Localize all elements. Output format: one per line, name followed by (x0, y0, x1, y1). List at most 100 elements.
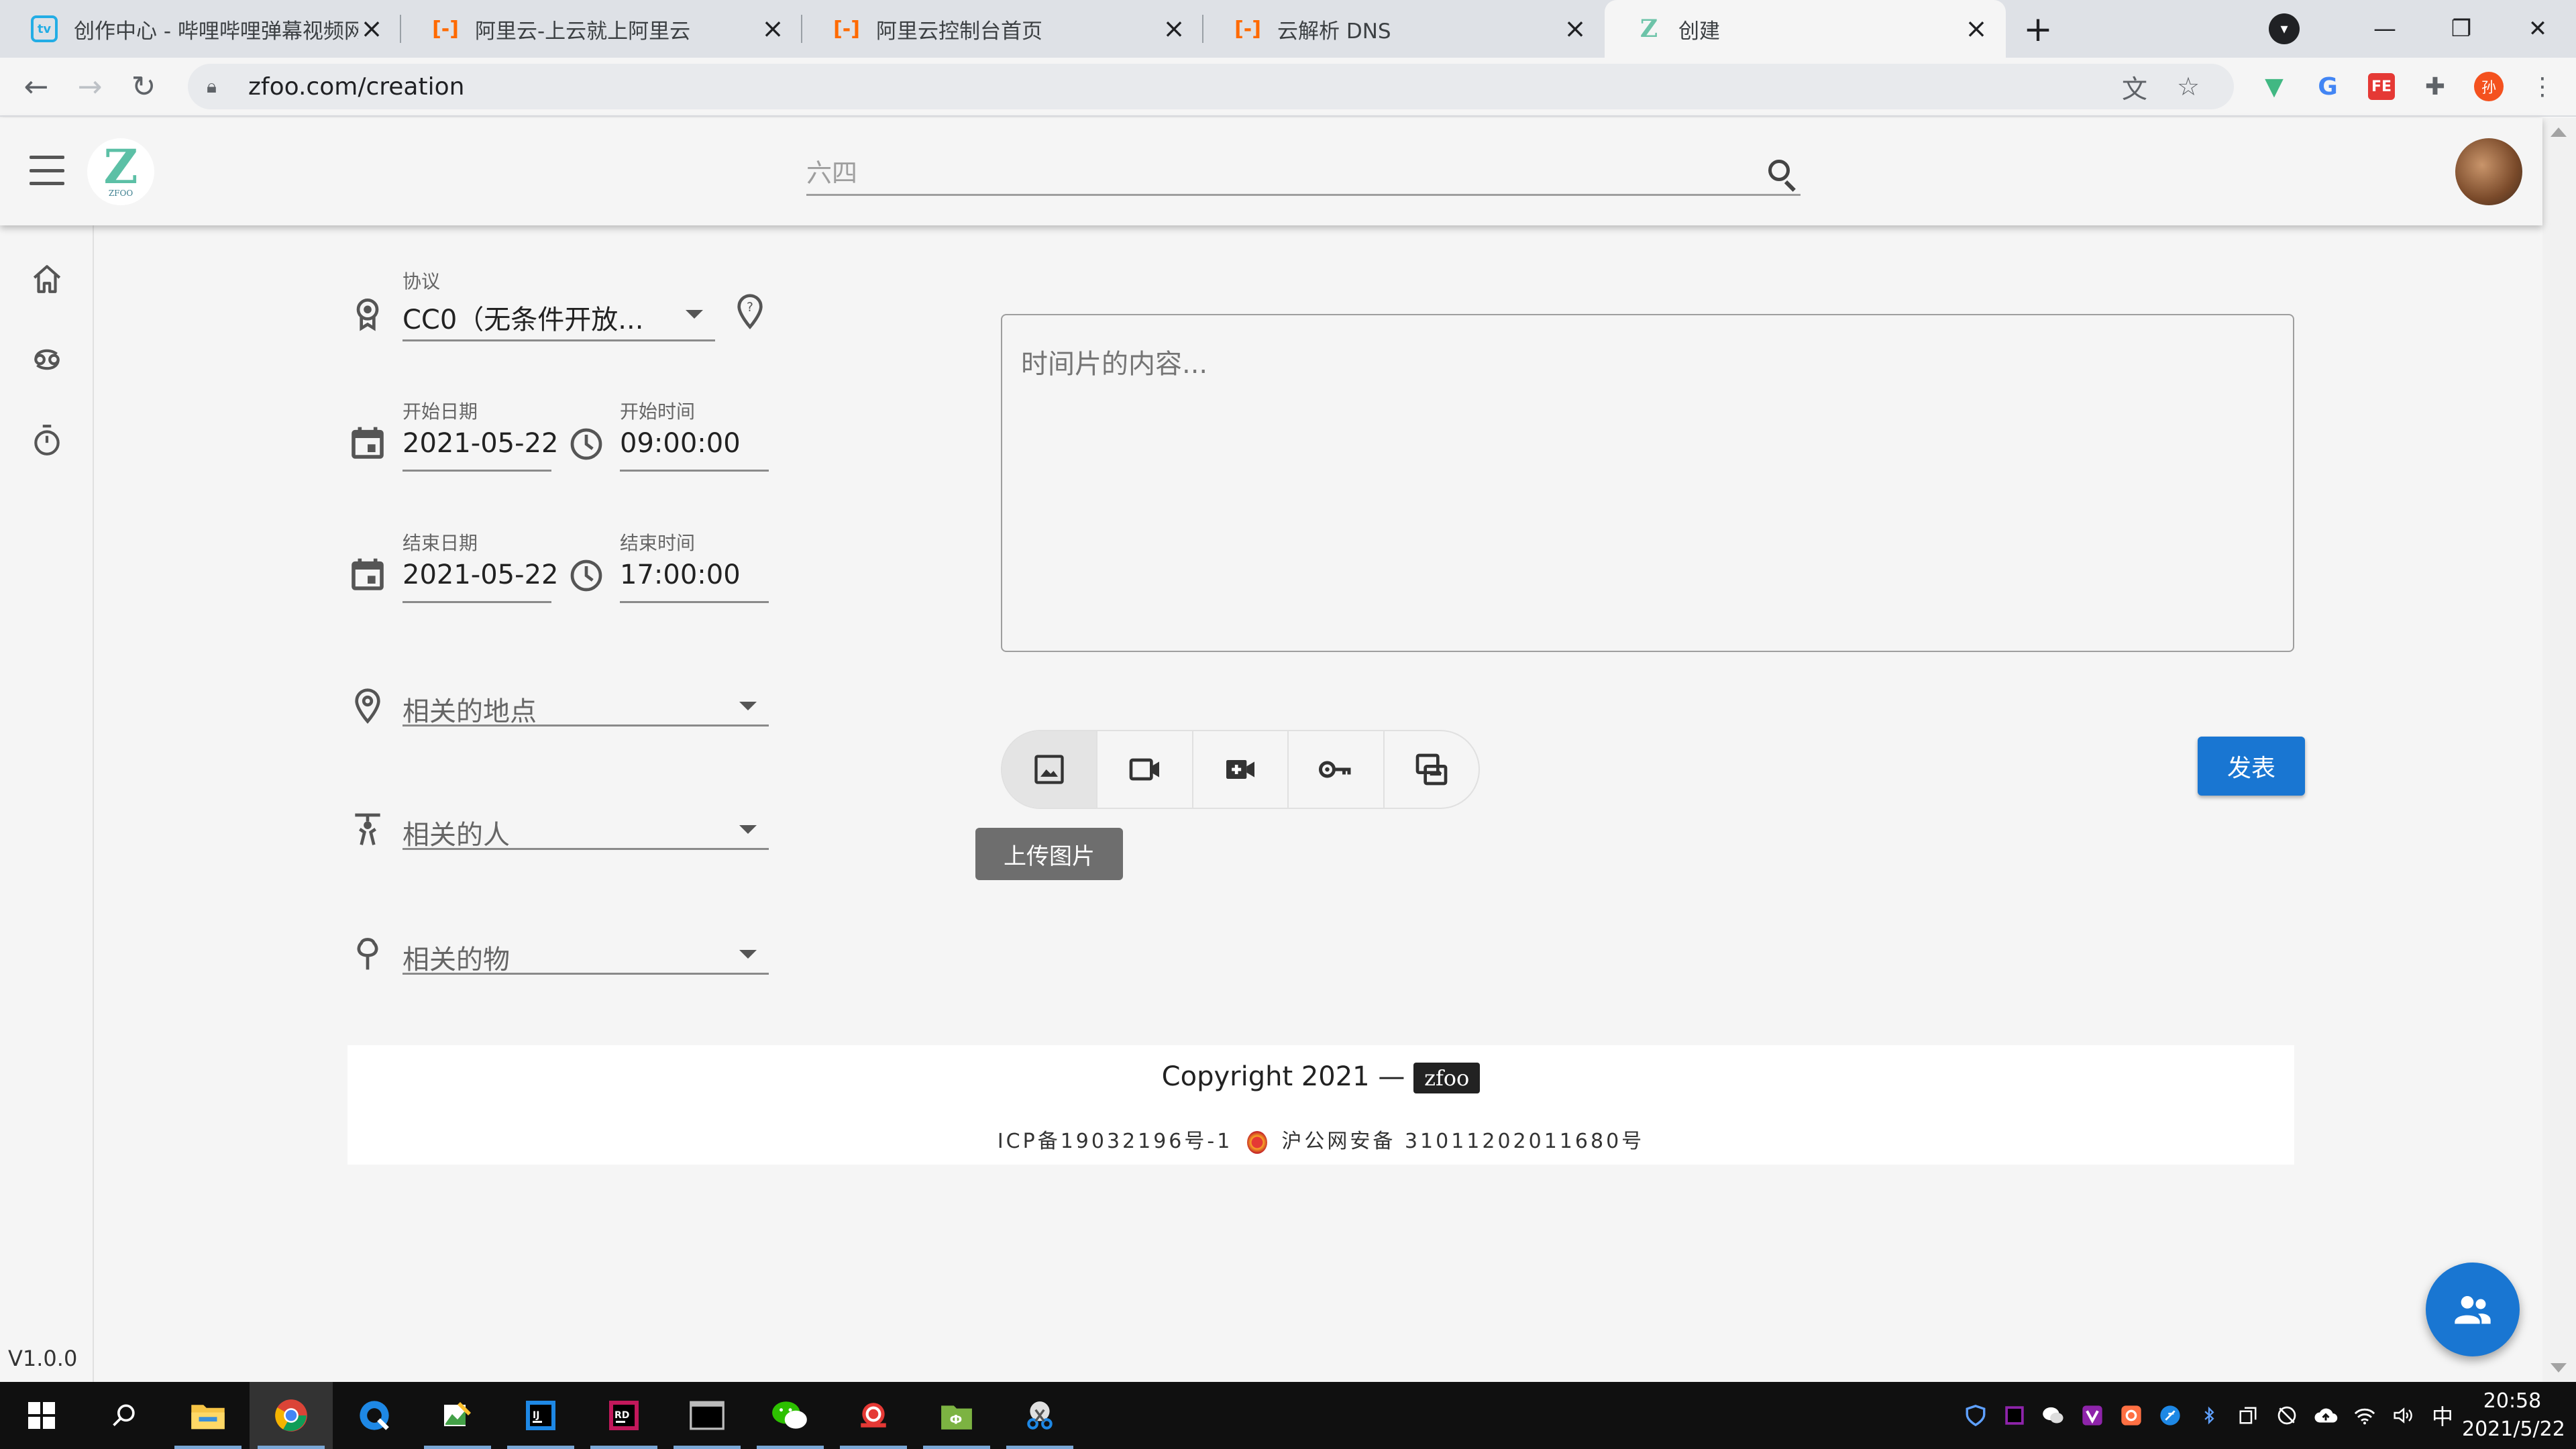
video-icon (1129, 758, 1159, 781)
browser-tab[interactable]: tv 创作中心 - 哔哩哔哩弹幕视频网 × (0, 0, 401, 58)
cloud-upload-icon[interactable] (2306, 1382, 2345, 1449)
search-input[interactable] (806, 158, 1760, 188)
browser-tab-strip: tv 创作中心 - 哔哩哔哩弹幕视频网 × [-] 阿里云-上云就上阿里云 × … (0, 0, 2576, 58)
end-date-value: 2021-05-22 (402, 559, 559, 590)
browser-tab[interactable]: [-] 云解析 DNS × (1203, 0, 1605, 58)
reload-icon[interactable]: ↻ (117, 60, 170, 113)
aliyun-icon: [-] (432, 17, 459, 41)
page-scrollbar[interactable] (2542, 118, 2576, 1382)
extensions-puzzle-icon[interactable]: ✚ (2408, 60, 2462, 113)
windows-start-icon[interactable] (0, 1382, 83, 1449)
close-window-icon[interactable]: ✕ (2500, 0, 2576, 58)
end-time-value: 17:00:00 (620, 559, 741, 590)
tab-title: 创作中心 - 哔哩哔哩弹幕视频网 (74, 19, 358, 44)
end-date-label: 结束日期 (402, 532, 478, 554)
address-bar[interactable]: 🔒︎ zfoo.com/creation 文 ☆ (188, 64, 2234, 109)
svg-text:?: ? (747, 301, 753, 315)
add-video-button[interactable] (1193, 731, 1289, 808)
close-icon[interactable]: × (759, 13, 786, 44)
more-menu-icon[interactable]: ⋮ (2516, 60, 2569, 113)
upload-image-button[interactable] (1002, 731, 1098, 808)
timer-icon[interactable] (27, 420, 67, 460)
icp-link[interactable]: ICP备19032196号-1 (998, 1130, 1233, 1153)
end-time-label: 结束时间 (620, 532, 696, 554)
profile-avatar[interactable]: 孙 (2462, 60, 2516, 113)
wechat-tray-icon[interactable] (2034, 1382, 2073, 1449)
file-explorer-icon[interactable] (166, 1382, 250, 1449)
vue-devtools-icon[interactable]: ▼ (2247, 60, 2301, 113)
feather-tray-icon[interactable] (2151, 1382, 2190, 1449)
intellij-idea-icon[interactable]: IJ (499, 1382, 582, 1449)
minimize-icon[interactable]: — (2347, 0, 2423, 58)
svg-text:IJ: IJ (533, 1410, 539, 1421)
people-fab-button[interactable] (2426, 1263, 2520, 1356)
content-textarea[interactable] (1001, 314, 2294, 652)
close-icon[interactable]: × (1161, 13, 1187, 44)
snail-app-icon[interactable] (832, 1382, 915, 1449)
location-pin-icon (355, 688, 380, 724)
avatar[interactable] (2455, 138, 2522, 205)
extensions-area: ▼ G FE ✚ 孙 ⋮ (2247, 60, 2569, 113)
terminal-icon[interactable] (665, 1382, 749, 1449)
image-editor-icon[interactable] (416, 1382, 499, 1449)
svg-text:Ф: Ф (950, 1413, 963, 1428)
police-record-link[interactable]: 沪公网安备 31011202011680号 (1281, 1130, 1644, 1153)
menu-icon[interactable] (30, 156, 64, 185)
google-translate-icon[interactable]: G (2301, 60, 2355, 113)
zfoo-brand-tag[interactable]: zfoo (1413, 1063, 1481, 1093)
video-add-icon (1226, 760, 1255, 779)
upload-video-button[interactable] (1097, 731, 1193, 808)
bilibili-icon: tv (31, 15, 58, 42)
network-off-icon[interactable] (2267, 1382, 2306, 1449)
dropdown-caret-icon (739, 950, 757, 959)
system-tray: 中 20:58 2021/5/22 (1956, 1382, 2576, 1449)
upload-image-tooltip: 上传图片 (975, 828, 1123, 880)
browser-q-icon[interactable] (333, 1382, 416, 1449)
tab-search-icon[interactable]: ▾ (2269, 13, 2300, 44)
zfoo-logo[interactable]: Z ZFOO (87, 138, 154, 205)
forward-icon[interactable]: → (63, 60, 117, 113)
wifi-icon[interactable] (2345, 1382, 2384, 1449)
taskbar-clock[interactable]: 20:58 2021/5/22 (2462, 1387, 2565, 1444)
encrypt-button[interactable] (1289, 731, 1385, 808)
key-icon (1319, 761, 1351, 778)
browser-tab[interactable]: [-] 阿里云控制台首页 × (802, 0, 1203, 58)
intellij-tray-icon[interactable] (1995, 1382, 2034, 1449)
wechat-icon[interactable] (749, 1382, 832, 1449)
bookmark-star-icon[interactable]: ☆ (2161, 72, 2215, 101)
translate-icon[interactable]: 文 (2108, 68, 2161, 105)
browser-tab-active[interactable]: Z 创建 × (1605, 0, 2006, 58)
fe-helper-icon[interactable]: FE (2355, 60, 2408, 113)
new-tab-button[interactable]: + (2017, 8, 2059, 51)
publish-button[interactable]: 发表 (2198, 737, 2305, 796)
browser-tab[interactable]: [-] 阿里云-上云就上阿里云 × (401, 0, 802, 58)
version-label: V1.0.0 (8, 1346, 78, 1371)
taskbar-search-icon[interactable] (83, 1382, 166, 1449)
footer: Copyright 2021 — zfoo ICP备19032196号-1 沪公… (347, 1045, 2294, 1165)
search-icon[interactable] (1760, 153, 1801, 193)
snipping-tool-icon[interactable] (998, 1382, 1081, 1449)
icp-info: ICP备19032196号-1 沪公网安备 31011202011680号 (347, 1124, 2294, 1154)
rider-icon[interactable]: RD (582, 1382, 665, 1449)
db-tool-icon[interactable]: Ф (915, 1382, 998, 1449)
orange-app-tray-icon[interactable] (2112, 1382, 2151, 1449)
url-text[interactable]: zfoo.com/creation (248, 73, 2108, 101)
back-icon[interactable]: ← (9, 60, 63, 113)
browser-toolbar: ← → ↻ 🔒︎ zfoo.com/creation 文 ☆ ▼ G FE ✚ … (0, 58, 2576, 117)
home-icon[interactable] (27, 259, 67, 299)
close-icon[interactable]: × (1963, 13, 1990, 44)
volume-icon[interactable] (2384, 1382, 2423, 1449)
close-icon[interactable]: × (1562, 13, 1589, 44)
chrome-icon[interactable] (250, 1382, 333, 1449)
shield-icon[interactable] (1956, 1382, 1995, 1449)
close-icon[interactable]: × (358, 13, 385, 44)
window-copy-icon[interactable] (2229, 1382, 2267, 1449)
cancer-zodiac-icon[interactable] (27, 339, 67, 380)
vs-tray-icon[interactable] (2073, 1382, 2112, 1449)
restore-icon[interactable]: ❐ (2423, 0, 2500, 58)
ime-indicator[interactable]: 中 (2423, 1382, 2462, 1449)
tab-title: 阿里云-上云就上阿里云 (475, 19, 691, 44)
bluetooth-icon[interactable] (2190, 1382, 2229, 1449)
location-help-icon[interactable]: ? (731, 292, 769, 330)
convert-button[interactable] (1385, 731, 1479, 808)
